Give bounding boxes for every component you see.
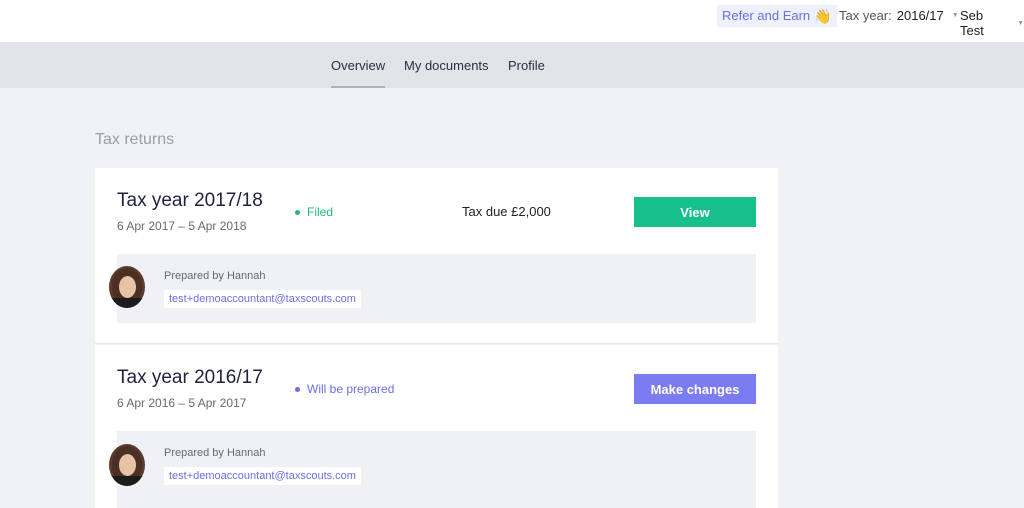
avatar — [109, 444, 145, 486]
status-dot-icon — [295, 209, 300, 215]
tax-return-dates: 6 Apr 2016 – 5 Apr 2017 — [117, 396, 247, 410]
waving-hand-icon: 👋 — [814, 8, 832, 24]
user-name: Seb Test — [960, 8, 984, 38]
tax-year-value: 2016/17 — [896, 8, 944, 23]
tax-return-title: Tax year 2017/18 — [117, 190, 263, 211]
accountant-email-link[interactable]: test+demoaccountant@taxscouts.com — [164, 467, 361, 485]
refer-and-earn-link[interactable]: Refer and Earn 👋 — [717, 5, 837, 27]
tax-return-dates: 6 Apr 2017 – 5 Apr 2018 — [117, 219, 247, 233]
user-menu[interactable]: Seb Test ▼ — [960, 8, 1024, 38]
tab-profile[interactable]: Profile — [508, 58, 545, 88]
status-label: Filed — [307, 205, 334, 219]
status-label: Will be prepared — [307, 382, 395, 396]
prepared-by-panel: Prepared by Hannah test+demoaccountant@t… — [109, 431, 756, 508]
top-bar: Refer and Earn 👋 Tax year: 2016/17 ▼ Seb… — [0, 0, 1024, 42]
prepared-by-panel: Prepared by Hannah test+demoaccountant@t… — [109, 254, 756, 323]
tab-overview[interactable]: Overview — [331, 58, 386, 88]
accountant-email-link[interactable]: test+demoaccountant@taxscouts.com — [164, 290, 361, 308]
prepared-by-label: Prepared by Hannah — [164, 447, 266, 459]
nav-bar: Overview My documents Profile — [0, 42, 1024, 88]
tax-year-selector[interactable]: Tax year: 2016/17 ▼ — [839, 8, 959, 23]
caret-down-icon: ▼ — [951, 12, 959, 19]
section-title: Tax returns — [95, 131, 175, 148]
refer-and-earn-label: Refer and Earn — [722, 8, 811, 23]
tax-year-label: Tax year: — [839, 8, 892, 23]
tax-return-title: Tax year 2016/17 — [117, 367, 263, 388]
status-dot-icon — [295, 386, 300, 392]
status-badge: Filed — [295, 205, 333, 219]
view-button[interactable]: View — [634, 197, 756, 227]
tax-return-card: Tax year 2017/18 6 Apr 2017 – 5 Apr 2018… — [95, 168, 778, 344]
make-changes-button[interactable]: Make changes — [634, 374, 756, 404]
status-badge: Will be prepared — [295, 382, 394, 396]
tab-my-documents[interactable]: My documents — [404, 58, 489, 88]
caret-down-icon: ▼ — [1017, 19, 1024, 27]
tax-return-card: Tax year 2016/17 6 Apr 2016 – 5 Apr 2017… — [95, 345, 778, 508]
tax-due: Tax due £2,000 — [462, 204, 551, 219]
prepared-by-label: Prepared by Hannah — [164, 270, 266, 282]
avatar — [109, 266, 145, 308]
